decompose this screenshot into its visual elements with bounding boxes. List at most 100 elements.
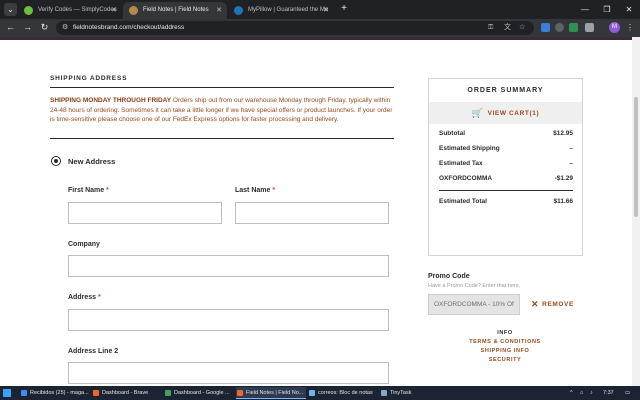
close-tab-icon[interactable]: ✕ (323, 2, 329, 19)
new-tab-plus-icon[interactable]: + (338, 2, 350, 16)
tab-field-notes[interactable]: Field Notes | Field Notes ✕ (123, 2, 227, 19)
shipping-info-link[interactable]: SHIPPING INFO (445, 348, 565, 354)
tax-value: – (569, 160, 573, 167)
restore-window-icon[interactable]: ❐ (596, 0, 618, 19)
reload-icon[interactable]: ↻ (38, 21, 51, 34)
page-scrollbar[interactable] (632, 37, 640, 386)
new-address-label: New Address (68, 157, 116, 166)
back-arrow-icon[interactable]: ← (4, 21, 17, 34)
browser-tab-strip: ⌄ Verify Codes — SimplyCodes ✕ Field Not… (0, 0, 640, 19)
browser-menu-icon[interactable]: ⋮ (626, 21, 634, 34)
extension-badge-icon[interactable] (569, 23, 578, 32)
last-name-input[interactable] (235, 202, 389, 224)
tab-mypillow[interactable]: MyPillow | Guaranteed the Mo ✕ (228, 2, 334, 19)
first-name-label: First Name * (68, 187, 109, 194)
remove-label: REMOVE (542, 301, 574, 308)
shipping-address-heading: SHIPPING ADDRESS (50, 75, 128, 82)
tray-chevron-icon[interactable]: ^ (570, 386, 573, 400)
required-marker: * (97, 294, 101, 301)
os-taskbar: Recibidos (25) - maga... Dashboard - Bra… (0, 386, 640, 400)
taskbar-item-mail[interactable]: Recibidos (25) - maga... (20, 387, 90, 399)
extension-circle-icon[interactable] (555, 23, 564, 32)
forward-arrow-icon[interactable]: → (21, 21, 34, 34)
address-label: Address * (68, 294, 101, 301)
total-label: Estimated Total (439, 198, 487, 205)
last-name-label: Last Name * (235, 187, 276, 194)
company-input[interactable] (68, 255, 389, 277)
browser-toolbar: ← → ↻ ⚙ fieldnotesbrand.com/checkout/add… (0, 19, 640, 37)
company-label: Company (68, 241, 100, 248)
required-marker: * (272, 187, 276, 194)
extensions-puzzle-icon[interactable] (585, 23, 594, 32)
close-tab-icon[interactable]: ✕ (111, 2, 117, 19)
profile-avatar[interactable]: M (609, 22, 620, 33)
info-heading: INFO (497, 330, 513, 336)
new-address-radio[interactable] (51, 156, 61, 166)
checkout-page: SHIPPING ADDRESS SHIPPING MONDAY THROUGH… (0, 37, 632, 386)
address-line-2-label: Address Line 2 (68, 348, 119, 355)
address-line-2-input[interactable] (68, 362, 389, 384)
taskbar-item-field-notes[interactable]: Field Notes | Field No... (236, 387, 306, 399)
shipping-notice: SHIPPING MONDAY THROUGH FRIDAY Orders sh… (50, 96, 396, 125)
close-tab-icon[interactable]: ✕ (216, 2, 222, 19)
summary-divider (439, 190, 573, 191)
notifications-icon[interactable]: ▭ (625, 386, 630, 400)
view-cart-label: VIEW CART(1) (487, 110, 540, 117)
site-info-icon[interactable]: ⚙ (62, 21, 68, 35)
promo-code-hint: Have a Promo Code? Enter that here. (428, 283, 521, 289)
incognito-key-icon[interactable]: ⚿ (488, 21, 493, 35)
google-app-icon (165, 390, 171, 396)
translate-icon[interactable]: 文 (504, 21, 511, 35)
address-input[interactable] (68, 309, 389, 331)
shipping-row: Estimated Shipping – (439, 145, 573, 155)
required-marker: * (106, 187, 109, 194)
first-name-input[interactable] (68, 202, 222, 224)
network-icon[interactable]: ⌂ (580, 386, 583, 400)
tab-title: MyPillow | Guaranteed the Mo (248, 7, 329, 13)
scrollbar-thumb[interactable] (634, 97, 638, 217)
order-summary-panel: ORDER SUMMARY 🛒 VIEW CART(1) Subtotal $12… (428, 78, 583, 256)
promo-code-input[interactable] (428, 294, 520, 315)
discount-row: OXFORDCOMMA -$1.29 (439, 175, 573, 185)
address-bar[interactable]: ⚙ fieldnotesbrand.com/checkout/address ⚿… (56, 21, 534, 35)
extension-icon[interactable] (541, 23, 550, 32)
notice-divider (50, 138, 394, 139)
notepad-app-icon (309, 390, 315, 396)
field-notes-favicon-icon (129, 6, 138, 15)
security-link[interactable]: SECURITY (445, 357, 565, 363)
taskbar-item-brave[interactable]: Dashboard - Brave (92, 387, 162, 399)
volume-icon[interactable]: ♪ (590, 386, 593, 400)
bookmark-star-icon[interactable]: ☆ (519, 21, 525, 35)
header-bar (0, 37, 632, 40)
brave-app-icon (93, 390, 99, 396)
tab-simplycodes[interactable]: Verify Codes — SimplyCodes ✕ (18, 2, 122, 19)
cart-icon: 🛒 (471, 108, 484, 118)
taskbar-item-notepad[interactable]: correos: Bloc de notas (308, 387, 378, 399)
promo-code-title: Promo Code (428, 273, 470, 280)
close-window-icon[interactable]: ✕ (618, 0, 640, 19)
minimize-icon[interactable]: — (574, 0, 596, 19)
tab-title: Verify Codes — SimplyCodes (38, 7, 117, 13)
taskbar-item-google[interactable]: Dashboard - Google ... (164, 387, 234, 399)
total-value: $11.66 (553, 198, 573, 205)
view-cart-button[interactable]: 🛒 VIEW CART(1) (429, 102, 582, 124)
mypillow-favicon-icon (234, 6, 243, 15)
simplycodes-favicon-icon (24, 6, 33, 15)
heading-divider (50, 87, 394, 88)
shipping-label: Estimated Shipping (439, 145, 500, 152)
terms-link[interactable]: TERMS & CONDITIONS (445, 339, 565, 345)
tab-search-button[interactable]: ⌄ (4, 3, 17, 16)
tab-title: Field Notes | Field Notes (143, 7, 209, 13)
tax-row: Estimated Tax – (439, 160, 573, 170)
discount-value: -$1.29 (554, 175, 573, 182)
shipping-notice-strong: SHIPPING MONDAY THROUGH FRIDAY (50, 97, 172, 104)
clock-time[interactable]: 7:37 (603, 386, 614, 400)
taskbar-item-tinytask[interactable]: TinyTask (380, 387, 432, 399)
remove-promo-button[interactable]: ✕ REMOVE (531, 299, 574, 310)
subtotal-value: $12.95 (553, 130, 573, 137)
total-row: Estimated Total $11.66 (439, 198, 573, 208)
order-summary-title: ORDER SUMMARY (467, 87, 544, 94)
windows-start-icon[interactable] (3, 389, 11, 397)
tinytask-app-icon (381, 390, 387, 396)
subtotal-row: Subtotal $12.95 (439, 130, 573, 140)
